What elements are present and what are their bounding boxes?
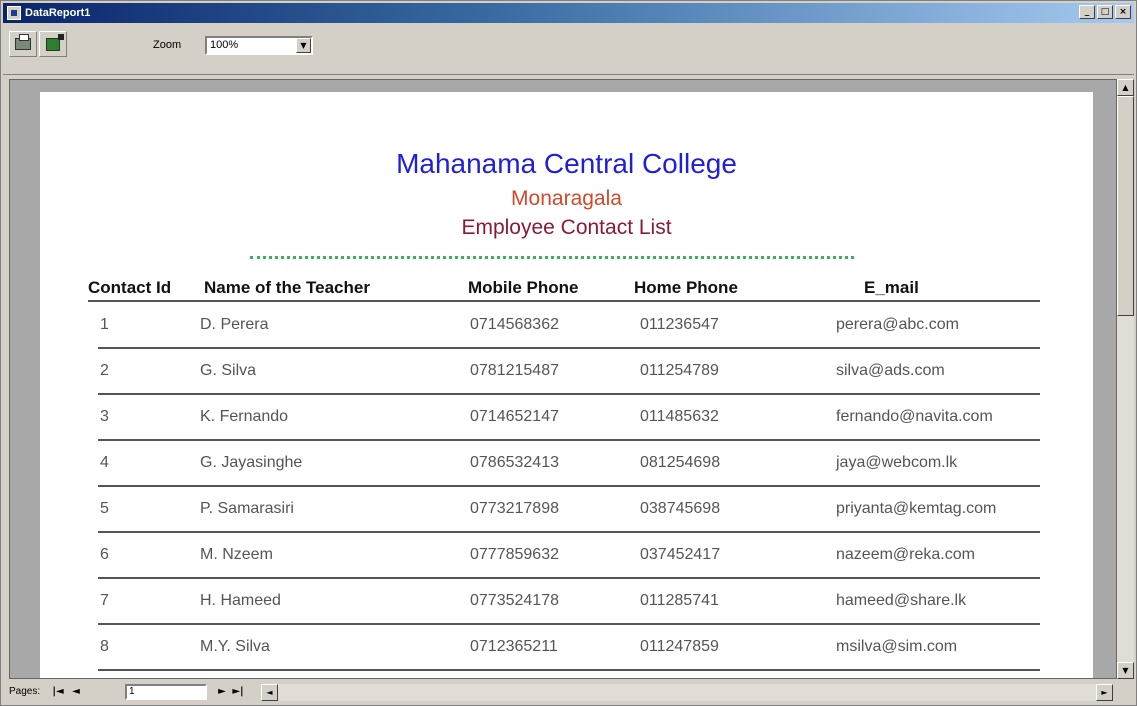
maximize-button[interactable]: □ [1097, 5, 1113, 19]
report-title: Mahanama Central College [396, 148, 737, 179]
email-cell: perera@abc.com [836, 316, 959, 333]
home-phone-cell: 011236547 [640, 316, 719, 333]
toolbar: Zoom 100% ▼ [3, 25, 1134, 75]
scroll-right-button[interactable]: ► [1096, 684, 1113, 701]
contact-id-cell: 5 [100, 500, 109, 517]
vertical-scrollbar[interactable]: ▲ ▼ [1117, 79, 1134, 679]
column-header-name: Name of the Teacher [204, 278, 370, 297]
row-divider [98, 531, 1040, 533]
home-phone-cell: 011247859 [640, 638, 719, 655]
report-icon [7, 6, 21, 20]
data-report-window: DataReport1 _ □ × Zoom 100% ▼ Mahanama C… [0, 0, 1137, 706]
printer-icon [15, 34, 31, 50]
contact-id-cell: 3 [100, 408, 109, 425]
teacher-name-cell: D. Perera [200, 316, 269, 333]
minimize-button[interactable]: _ [1079, 5, 1095, 19]
row-divider [98, 347, 1040, 349]
contact-id-cell: 2 [100, 362, 109, 379]
first-page-button[interactable]: |◄ [51, 684, 65, 699]
email-cell: jaya@webcom.lk [836, 454, 958, 471]
mobile-phone-cell: 0714652147 [470, 408, 559, 425]
vertical-scroll-thumb[interactable] [1117, 96, 1134, 316]
contact-id-cell: 8 [100, 638, 109, 655]
column-header-contact-id: Contact Id [88, 278, 172, 297]
home-phone-cell: 081254698 [640, 454, 721, 471]
mobile-phone-cell: 0781215487 [470, 362, 559, 379]
column-header-email: E_mail [864, 278, 919, 297]
row-divider [98, 623, 1040, 625]
mobile-phone-cell: 0714568362 [470, 316, 559, 333]
report-subtitle: Monaragala [511, 187, 622, 210]
mobile-phone-cell: 0777859632 [470, 546, 559, 563]
table-row: 5 P. Samarasiri 0773217898 038745698 priyant… [40, 488, 1093, 534]
teacher-name-cell: M.Y. Silva [200, 638, 270, 655]
title-bar[interactable]: DataReport1 _ □ × [3, 3, 1134, 23]
zoom-select[interactable]: 100% ▼ [205, 36, 313, 55]
report-viewport: Mahanama Central College Monaragala Empl… [9, 79, 1117, 679]
teacher-name-cell: H. Hameed [200, 592, 281, 609]
pages-label: Pages: [9, 686, 41, 697]
teacher-name-cell: G. Silva [200, 362, 257, 379]
table-row: 8 M.Y. Silva 0712365211 011247859 msilva@sim… [40, 626, 1093, 672]
teacher-name-cell: P. Samarasiri [200, 500, 294, 517]
window-controls: _ □ × [1079, 5, 1131, 19]
page-number-input[interactable]: 1 [125, 684, 207, 700]
status-bar: Pages: |◄ ◄ 1 ► ►| ◄ ► [3, 681, 1134, 703]
table-row: 7 H. Hameed 0773524178 011285741 hameed@shar… [40, 580, 1093, 626]
scroll-down-button[interactable]: ▼ [1117, 662, 1134, 679]
column-header-home: Home Phone [634, 278, 738, 297]
home-phone-cell: 011254789 [640, 362, 719, 379]
print-button[interactable] [9, 31, 37, 57]
export-button[interactable] [39, 31, 67, 57]
home-phone-cell: 038745698 [640, 500, 721, 517]
scroll-left-button[interactable]: ◄ [261, 684, 278, 701]
window-title: DataReport1 [25, 7, 91, 19]
row-divider [98, 577, 1040, 579]
mobile-phone-cell: 0773217898 [470, 500, 559, 517]
horizontal-scrollbar[interactable]: ◄ ► [261, 684, 1113, 701]
column-header-mobile: Mobile Phone [468, 278, 579, 297]
row-divider [98, 669, 1040, 671]
last-page-button[interactable]: ►| [231, 684, 245, 699]
contact-id-cell: 4 [100, 454, 109, 471]
email-cell: hameed@share.lk [836, 592, 967, 609]
dotted-divider [250, 256, 854, 259]
table-row: 4 G. Jayasinghe 0786532413 081254698 jaya@we… [40, 442, 1093, 488]
email-cell: nazeem@reka.com [836, 546, 975, 563]
scroll-up-button[interactable]: ▲ [1117, 79, 1134, 96]
home-phone-cell: 011285741 [640, 592, 719, 609]
table-row: 2 G. Silva 0781215487 011254789 silva@ads.co… [40, 350, 1093, 396]
report-page: Mahanama Central College Monaragala Empl… [40, 92, 1093, 678]
contact-id-cell: 1 [100, 316, 109, 333]
export-icon [46, 34, 64, 51]
teacher-name-cell: G. Jayasinghe [200, 454, 303, 471]
home-phone-cell: 037452417 [640, 546, 721, 563]
mobile-phone-cell: 0786532413 [470, 454, 559, 471]
mobile-phone-cell: 0712365211 [470, 638, 558, 655]
close-button[interactable]: × [1115, 5, 1131, 19]
row-divider [98, 393, 1040, 395]
table-row: 6 M. Nzeem 0777859632 037452417 nazeem@reka.… [40, 534, 1093, 580]
email-cell: fernando@navita.com [836, 408, 993, 425]
email-cell: priyanta@kemtag.com [836, 500, 997, 517]
chevron-down-icon[interactable]: ▼ [296, 38, 311, 53]
report-heading: Employee Contact List [461, 216, 672, 239]
next-page-button[interactable]: ► [215, 684, 229, 699]
row-divider [98, 439, 1040, 441]
header-divider [88, 300, 1040, 302]
zoom-value: 100% [210, 39, 239, 51]
row-divider [98, 485, 1040, 487]
teacher-name-cell: M. Nzeem [200, 546, 273, 563]
table-row: 3 K. Fernando 0714652147 011485632 fernando@… [40, 396, 1093, 442]
contact-id-cell: 6 [100, 546, 109, 563]
contact-id-cell: 7 [100, 592, 109, 609]
email-cell: msilva@sim.com [836, 638, 958, 655]
teacher-name-cell: K. Fernando [200, 408, 289, 425]
email-cell: silva@ads.com [836, 362, 945, 379]
mobile-phone-cell: 0773524178 [470, 592, 559, 609]
home-phone-cell: 011485632 [640, 408, 719, 425]
previous-page-button[interactable]: ◄ [69, 684, 83, 699]
table-row: 1 D. Perera 0714568362 011236547 perera@abc.… [40, 304, 1093, 350]
zoom-label: Zoom [153, 39, 182, 51]
